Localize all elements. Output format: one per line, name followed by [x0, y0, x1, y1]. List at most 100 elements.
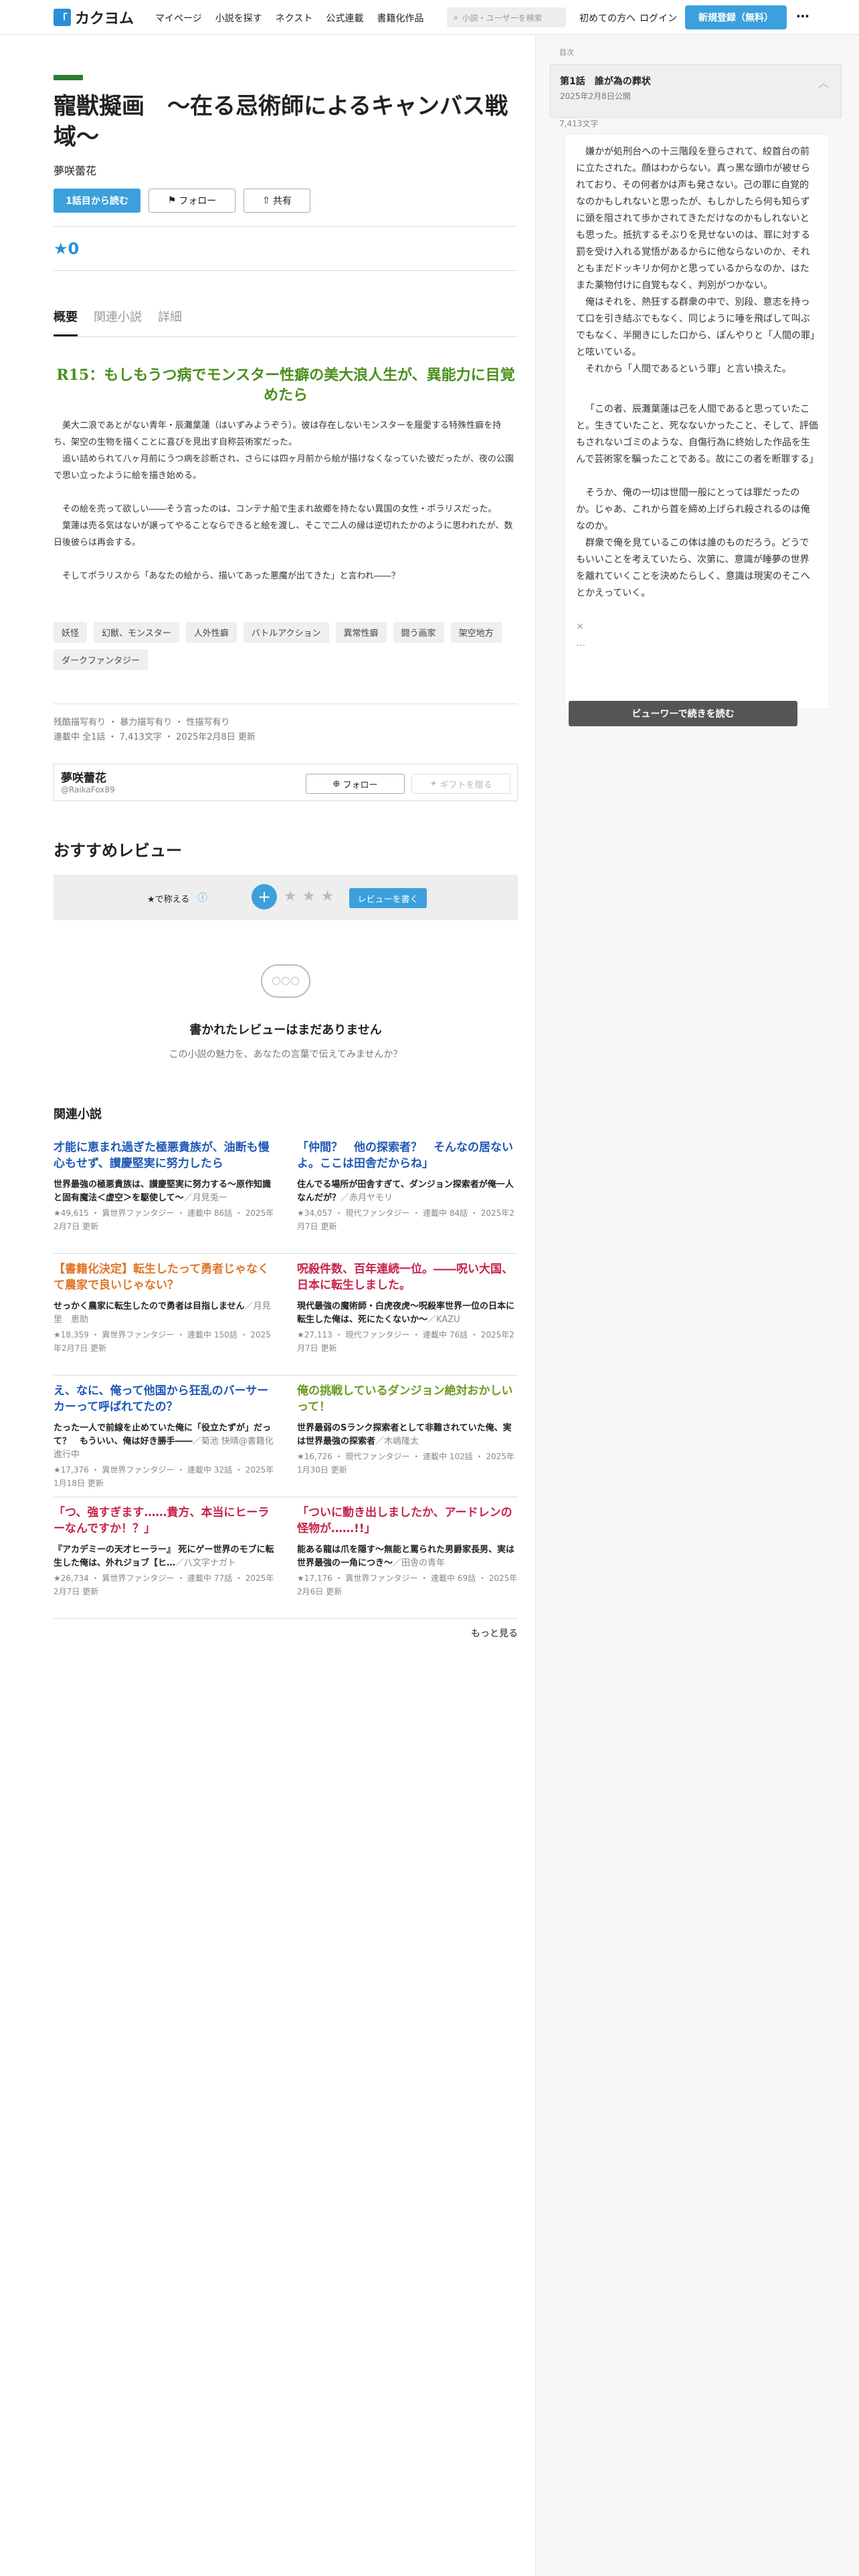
- follow-label: フォロー: [179, 196, 217, 207]
- related-novel-card[interactable]: 「ついに動き出しましたか、アードレンの怪物が……!!」能ある龍は爪を隠す〜無能と…: [297, 1505, 518, 1598]
- related-novel-subtitle: 世界最強の極悪貴族は、讃慶堅実に努力する〜原作知識と固有魔法＜虚空＞を駆使して〜…: [54, 1178, 274, 1205]
- main-nav: マイページ 小説を探す ネクスト 公式連載 書籍化作品: [155, 11, 423, 25]
- related-novel-meta: ★34,057 ・ 現代ファンタジー ・ 連載中 84話 ・ 2025年2月7日…: [297, 1208, 514, 1231]
- help-icon[interactable]: ⓘ: [198, 891, 207, 904]
- more-link[interactable]: もっと見る: [471, 1626, 518, 1640]
- related-novel-card[interactable]: 俺の挑戦しているダンジョン絶対おかしいって！ 世界最弱のSランク探索者として非難さ…: [297, 1383, 518, 1477]
- episode-preview-header[interactable]: 第1話 誰が為の葬状 2025年2月8日公開 ︿: [550, 64, 842, 118]
- search-input[interactable]: ⌕ 小説・ユーザーを検索: [447, 7, 566, 27]
- related-novel-card[interactable]: 「仲間？ 他の探索者？ そんなの居ないよ。ここは田舎だからね」住んでる場所が田舎…: [297, 1140, 518, 1233]
- related-novel-meta: ★18,359 ・ 異世界ファンタジー ・ 連載中 150話 ・ 2025年2月…: [54, 1330, 271, 1353]
- related-novel-title[interactable]: 「仲間？ 他の探索者？ そんなの居ないよ。ここは田舎だからね」: [297, 1140, 518, 1172]
- star-rating: ★0: [54, 239, 80, 258]
- more-menu-icon[interactable]: ⋯: [796, 8, 809, 24]
- nav-search-novels[interactable]: 小説を探す: [215, 11, 262, 25]
- logo-text: カクヨム: [75, 11, 134, 27]
- related-novel-card[interactable]: え、なに、俺って他国から狂乱のバーサーカーって呼ばれてたの？ たった一人で前線を止…: [54, 1383, 274, 1490]
- intro-paragraph: 葉蓮は売る気はないが譲ってやることならできると絵を渡し、そこで二人の縁は逆切れた…: [54, 521, 513, 548]
- card-divider: [54, 1618, 518, 1619]
- intro-paragraph: [54, 484, 518, 501]
- tag[interactable]: 架空地方: [450, 622, 502, 643]
- kakuyomu-logo-icon: 「: [54, 9, 71, 26]
- related-novel-subtitle: たった一人で前線を止めていた俺に「役立たずが」だって？ もういい、俺は好き勝手―…: [54, 1422, 274, 1462]
- episode-char-count: 7,413文字: [559, 119, 599, 128]
- nav-official[interactable]: 公式連載: [326, 11, 363, 25]
- related-novel-card[interactable]: 才能に恵まれ過ぎた極悪貴族が、油断も慢心もせず、讃慶堅実に努力したら世界最強の極…: [54, 1140, 274, 1233]
- related-novel-author[interactable]: ／KAZU: [427, 1315, 460, 1325]
- subtitle-text: せっかく農家に転生したので勇者は目指しません: [54, 1301, 245, 1311]
- tab-details[interactable]: 詳細: [158, 308, 182, 336]
- tag[interactable]: ダークファンタジー: [54, 649, 149, 670]
- site-logo[interactable]: 「 カクヨム: [54, 8, 134, 27]
- episode-body: 嫌かが処刑台への十三階段を登らされて、絞首台の前に立たされた。顔はわからない。真…: [565, 134, 830, 709]
- work-tabs: 概要 関連小説 詳細: [54, 308, 182, 336]
- related-novel-card[interactable]: 呪殺件数、百年連続一位。――呪い大国、日本に転生しました。現代最強の魔術師・白虎…: [297, 1261, 518, 1355]
- tab-divider: [54, 336, 518, 337]
- follow-button[interactable]: ⚑ フォロー: [149, 189, 235, 213]
- intro-paragraph: 美大二浪であとがない青年・辰灘葉蓮（はいずみようぞう）。彼は存在しないモンスター…: [54, 421, 502, 447]
- gift-label: ギフトを贈る: [440, 780, 492, 790]
- episode-separator: ×: [576, 621, 584, 632]
- nav-next[interactable]: ネクスト: [276, 11, 313, 25]
- continue-in-viewer-button[interactable]: ビューワーで続きを読む: [569, 701, 797, 726]
- author-follow-button[interactable]: ⊕ フォロー: [306, 774, 405, 794]
- star-icons[interactable]: ★★★: [284, 888, 339, 905]
- tag[interactable]: 異常性癖: [335, 622, 387, 643]
- work-status: 連載中 全1話 ・ 7,413文字 ・ 2025年2月8日 更新: [54, 732, 256, 742]
- gift-button[interactable]: ✦ ギフトを贈る: [411, 774, 510, 794]
- related-novel-meta: ★49,615 ・ 異世界ファンタジー ・ 連載中 86話 ・ 2025年2月7…: [54, 1208, 274, 1231]
- related-heading: 関連小説: [54, 1107, 102, 1121]
- work-author[interactable]: 夢咲蕾花: [54, 162, 96, 178]
- nav-books[interactable]: 書籍化作品: [377, 11, 423, 25]
- work-title[interactable]: 寵獣擬画 〜在る忌術師によるキャンバス戦域〜: [54, 91, 518, 152]
- related-novel-title[interactable]: 才能に恵まれ過ぎた極悪貴族が、油断も慢心もせず、讃慶堅実に努力したら: [54, 1140, 274, 1172]
- related-novel-author[interactable]: ／月見兎一: [184, 1193, 227, 1203]
- tab-overview[interactable]: 概要: [54, 308, 78, 336]
- signup-button[interactable]: 新規登録（無料）: [685, 5, 787, 29]
- related-novel-title[interactable]: 俺の挑戦しているダンジョン絶対おかしいって！: [297, 1383, 518, 1415]
- subtitle-text: 世界最強の極悪貴族は、讃慶堅実に努力する〜原作知識と固有魔法＜虚空＞を駆使して〜: [54, 1180, 272, 1203]
- card-divider: [54, 1375, 518, 1376]
- tag[interactable]: 人外性癖: [185, 622, 237, 643]
- related-novel-author[interactable]: ／赤月ヤモリ: [341, 1193, 393, 1203]
- search-icon: ⌕: [454, 12, 458, 22]
- work-meta: 残酷描写有り ・ 暴力描写有り ・ 性描写有り 連載中 全1話 ・ 7,413文…: [54, 716, 256, 745]
- episode-paragraph: 群衆で俺を見ているこの体は誰のものだろう。どうでもいいことを考えていたら、次第に…: [576, 538, 810, 599]
- related-novel-title[interactable]: 「つ、強すぎます……貴方、本当にヒーラーなんですか！？」: [54, 1505, 274, 1537]
- episode-paragraph: [576, 468, 818, 485]
- related-novel-title[interactable]: 呪殺件数、百年連続一位。――呪い大国、日本に転生しました。: [297, 1261, 518, 1293]
- introduction: 美大二浪であとがない青年・辰灘葉蓮（はいずみようぞう）。彼は存在しないモンスター…: [54, 417, 518, 584]
- chevron-up-icon[interactable]: ︿: [818, 74, 829, 90]
- tag-list: 妖怪 幻獣、モンスター 人外性癖 バトルアクション 異常性癖 闘う画家 架空地方…: [54, 622, 518, 670]
- nav-mypage[interactable]: マイページ: [155, 11, 202, 25]
- tag[interactable]: バトルアクション: [243, 622, 329, 643]
- related-novel-meta: ★17,376 ・ 異世界ファンタジー ・ 連載中 32話 ・ 2025年1月1…: [54, 1465, 274, 1488]
- write-review-button[interactable]: レビューを書く: [349, 888, 427, 908]
- tag[interactable]: 幻獣、モンスター: [94, 622, 179, 643]
- share-button[interactable]: ⇧ 共有: [244, 189, 310, 213]
- related-novel-subtitle: 能ある龍は爪を隠す〜無能と罵られた男爵家長男、実は世界最強の一角につき〜／田舎の…: [297, 1543, 518, 1570]
- related-novel-title[interactable]: 「ついに動き出しましたか、アードレンの怪物が……!!」: [297, 1505, 518, 1537]
- related-novel-author[interactable]: ／八文字ナガト: [175, 1558, 236, 1568]
- tag[interactable]: 妖怪: [54, 622, 88, 643]
- share-label: 共有: [272, 196, 292, 207]
- login-link[interactable]: ログイン: [640, 11, 677, 25]
- related-novel-card[interactable]: 「つ、強すぎます……貴方、本当にヒーラーなんですか！？」 『アカデミーの天才ヒーラ…: [54, 1505, 274, 1598]
- beginner-link[interactable]: 初めての方へ: [579, 11, 636, 25]
- episode-paragraph: [576, 378, 818, 395]
- related-novel-subtitle: 現代最強の魔術師・白虎夜虎〜呪殺率世界一位の日本に転生した俺は、死にたくないか〜…: [297, 1300, 518, 1327]
- related-novel-title[interactable]: 【書籍化決定】転生したって勇者じゃなくて農家で良いじゃない？: [54, 1261, 274, 1293]
- user-plus-icon: ⊕: [332, 778, 341, 789]
- empty-review-title: 書かれたレビューはまだありません: [189, 1023, 382, 1037]
- empty-review-subtitle: この小説の魅力を、あなたの言葉で伝えてみませんか？: [169, 1049, 403, 1060]
- read-first-episode-button[interactable]: 1話目から読む: [54, 189, 140, 213]
- tag[interactable]: 闘う画家: [393, 622, 444, 643]
- related-novel-title[interactable]: え、なに、俺って他国から狂乱のバーサーカーって呼ばれてたの？: [54, 1383, 274, 1415]
- add-star-button[interactable]: +: [252, 884, 277, 909]
- related-novel-author[interactable]: ／木嶋隆太: [375, 1436, 419, 1446]
- related-novel-card[interactable]: 【書籍化決定】転生したって勇者じゃなくて農家で良いじゃない？ せっかく農家に転生し…: [54, 1261, 274, 1355]
- tab-related[interactable]: 関連小説: [94, 308, 142, 336]
- speech-bubble-icon: ○○○: [261, 964, 310, 998]
- related-novel-author[interactable]: ／田舎の青年: [393, 1558, 445, 1568]
- subtitle-text: 住んでる場所が田舎すぎて、ダンジョン探索者が俺一人なんだが？: [297, 1180, 514, 1203]
